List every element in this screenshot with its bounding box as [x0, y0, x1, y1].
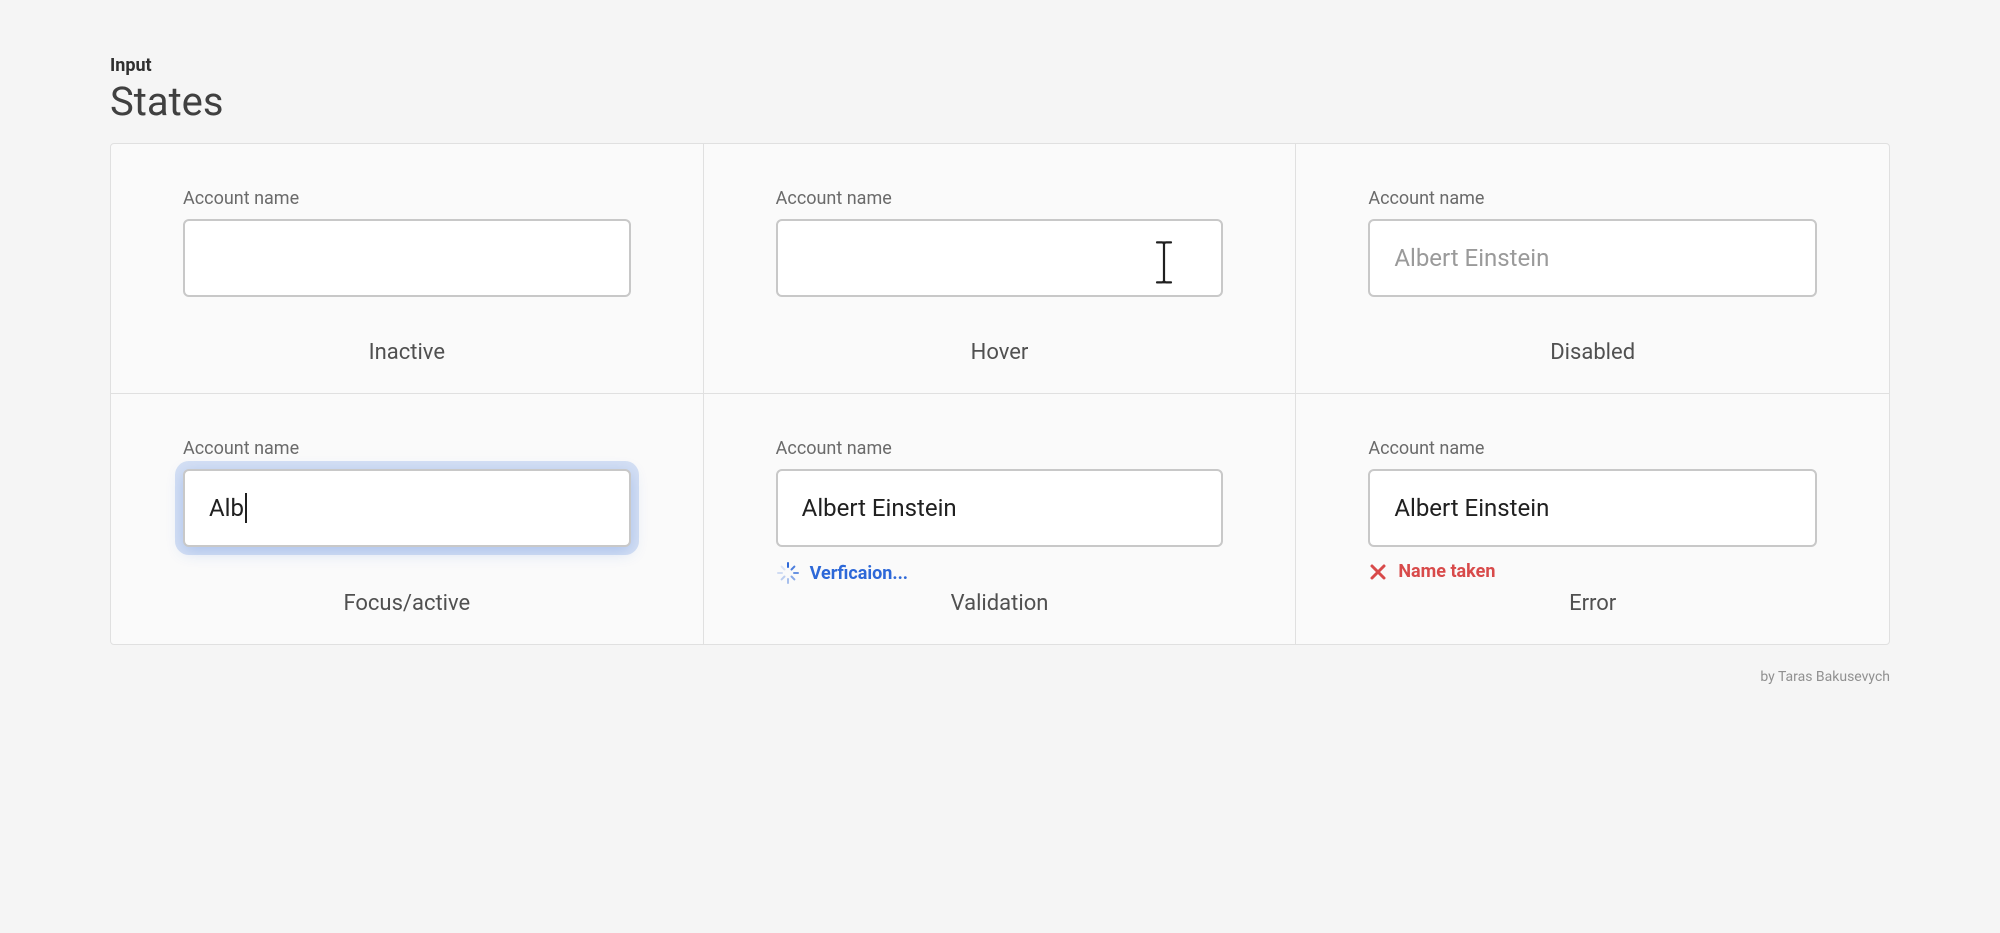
state-cell-disabled: Account name Albert Einstein Disabled	[1296, 144, 1889, 394]
input-value: Albert Einstein	[1394, 494, 1549, 522]
field-wrap: Account name Albert Einstein Name taken	[1368, 438, 1817, 582]
account-name-input-hover[interactable]	[776, 219, 1224, 297]
header: Input States	[110, 55, 1890, 125]
state-caption: Disabled	[1368, 340, 1817, 365]
helper-text: Verficaion...	[810, 563, 908, 584]
state-cell-inactive: Account name Inactive	[111, 144, 704, 394]
account-name-input-inactive[interactable]	[183, 219, 631, 297]
field-wrap: Account name Albert Einstein	[1368, 188, 1817, 297]
helper-row: Verficaion...	[776, 561, 1224, 585]
input-value: Alb	[209, 493, 247, 523]
spinner-icon	[776, 561, 800, 585]
state-cell-hover: Account name Hover	[704, 144, 1297, 394]
field-label: Account name	[183, 188, 631, 209]
field-label: Account name	[183, 438, 631, 459]
input-value: Albert Einstein	[1394, 244, 1549, 272]
account-name-input-error[interactable]: Albert Einstein	[1368, 469, 1817, 547]
helper-text: Name taken	[1398, 561, 1495, 582]
state-caption: Hover	[776, 340, 1224, 365]
account-name-input-focus[interactable]: Alb	[183, 469, 631, 547]
error-x-icon	[1368, 562, 1388, 582]
category-label: Input	[110, 55, 1890, 76]
account-name-input-disabled: Albert Einstein	[1368, 219, 1817, 297]
page-title: States	[110, 78, 1890, 125]
field-wrap: Account name	[183, 188, 631, 297]
field-label: Account name	[1368, 438, 1817, 459]
field-wrap: Account name Alb	[183, 438, 631, 568]
state-cell-focus: Account name Alb Focus/active	[111, 394, 704, 644]
helper-row: Name taken	[1368, 561, 1817, 582]
input-box: Alb	[183, 469, 631, 547]
state-cell-validation: Account name Albert Einstein	[704, 394, 1297, 644]
state-caption: Inactive	[183, 340, 631, 365]
field-label: Account name	[1368, 188, 1817, 209]
field-label: Account name	[776, 188, 1224, 209]
field-wrap: Account name Albert Einstein	[776, 438, 1224, 585]
input-box: Albert Einstein	[1368, 469, 1817, 547]
input-value: Albert Einstein	[802, 494, 957, 522]
field-wrap: Account name	[776, 188, 1224, 297]
input-box	[183, 219, 631, 297]
state-caption: Error	[1368, 591, 1817, 616]
input-box: Albert Einstein	[776, 469, 1224, 547]
input-box	[776, 219, 1224, 297]
input-value-text: Alb	[209, 494, 244, 522]
text-caret-icon	[245, 493, 247, 523]
states-grid: Account name Inactive Account name Hover…	[110, 143, 1890, 645]
account-name-input-validation[interactable]: Albert Einstein	[776, 469, 1224, 547]
input-box: Albert Einstein	[1368, 219, 1817, 297]
field-label: Account name	[776, 438, 1224, 459]
state-cell-error: Account name Albert Einstein Name taken …	[1296, 394, 1889, 644]
state-caption: Focus/active	[183, 591, 631, 616]
state-caption: Validation	[776, 591, 1224, 616]
credit-label: by Taras Bakusevych	[1760, 669, 1890, 685]
text-cursor-icon	[1155, 240, 1173, 284]
